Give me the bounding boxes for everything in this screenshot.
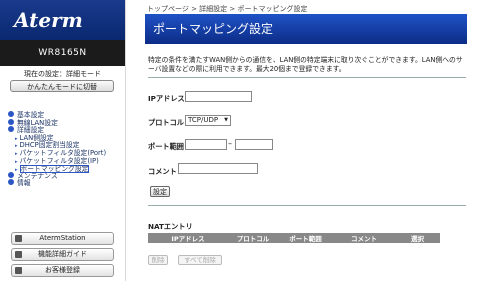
port-range-from-input[interactable] <box>185 139 227 150</box>
column-header: プロトコル <box>228 233 278 243</box>
arrow-bullet-icon: ▸ <box>15 135 18 142</box>
arrow-bullet-icon: ▸ <box>15 143 18 150</box>
protocol-label: プロトコル <box>148 118 184 127</box>
column-header: コメント <box>333 233 395 243</box>
page-title: ポートマッピング設定 <box>145 14 467 44</box>
port-range-separator: – <box>228 139 232 148</box>
divider <box>148 77 466 78</box>
arrow-bullet-icon: ▸ <box>15 158 18 165</box>
column-header: 選択 <box>395 233 440 243</box>
current-mode-text: 現在の設定：詳細モード <box>24 70 101 78</box>
sidebar-nav-item[interactable]: 情報 <box>8 179 123 188</box>
sidebar: Aterm WR8165N 現在の設定：詳細モード かんたんモードに切替 基本設… <box>0 0 126 281</box>
nat-entry-title: NATエントリ <box>148 222 193 231</box>
divider <box>148 205 466 206</box>
set-button[interactable]: 設定 <box>150 186 170 197</box>
table-header-row: IPアドレス プロトコル ポート範囲 コメント 選択 <box>148 233 440 243</box>
circle-bullet-icon <box>8 171 14 178</box>
column-header: ポート範囲 <box>278 233 333 243</box>
circle-bullet-icon <box>8 118 14 125</box>
main-content: トップページ > 詳細設定 > ポートマッピング設定 ポートマッピング設定 特定… <box>145 0 467 281</box>
circle-bullet-icon <box>8 126 14 133</box>
customer-registration-button[interactable]: お客様登録 <box>11 264 114 277</box>
port-range-to-input[interactable] <box>235 139 273 150</box>
protocol-select-value: TCP/UDP <box>188 116 219 124</box>
circle-bullet-icon <box>8 111 14 117</box>
comment-label: コメント <box>148 167 177 176</box>
model-name: WR8165N <box>0 40 125 66</box>
port-range-label: ポート範囲 <box>148 142 184 151</box>
delete-button[interactable]: 削除 <box>148 255 168 265</box>
sidebar-nav-label: パケットフィルタ設定(IP) <box>19 156 99 165</box>
column-header: IPアドレス <box>148 233 228 243</box>
page-description: 特定の条件を満たすWAN側からの通信を、LAN側の特定端末に取り次ぐことができま… <box>148 56 463 73</box>
switch-to-simple-mode-button[interactable]: かんたんモードに切替 <box>10 80 114 92</box>
circle-bullet-icon <box>8 179 14 186</box>
ip-address-label: IPアドレス <box>148 94 185 103</box>
delete-all-button[interactable]: すべて削除 <box>178 255 222 265</box>
sidebar-nav-label: 情報 <box>17 179 31 188</box>
nat-entry-table: IPアドレス プロトコル ポート範囲 コメント 選択 <box>148 233 440 243</box>
dropdown-arrow-icon: ▼ <box>224 117 228 123</box>
sidebar-nav: 基本設定 無線LAN設定 詳細設定 ▸ LAN側設定 ▸ DHCP固定割当設定 ▸ パケットフィ… <box>8 111 123 188</box>
aterm-station-button[interactable]: AtermStation <box>11 232 114 245</box>
protocol-select[interactable]: TCP/UDP ▼ <box>185 115 231 126</box>
comment-input[interactable] <box>178 163 258 174</box>
function-guide-button[interactable]: 機能詳細ガイド <box>11 248 114 261</box>
ip-address-input[interactable] <box>185 91 252 102</box>
aterm-logo: Aterm <box>0 0 125 40</box>
breadcrumb: トップページ > 詳細設定 > ポートマッピング設定 <box>147 5 308 13</box>
arrow-bullet-icon: ▸ <box>15 150 18 157</box>
